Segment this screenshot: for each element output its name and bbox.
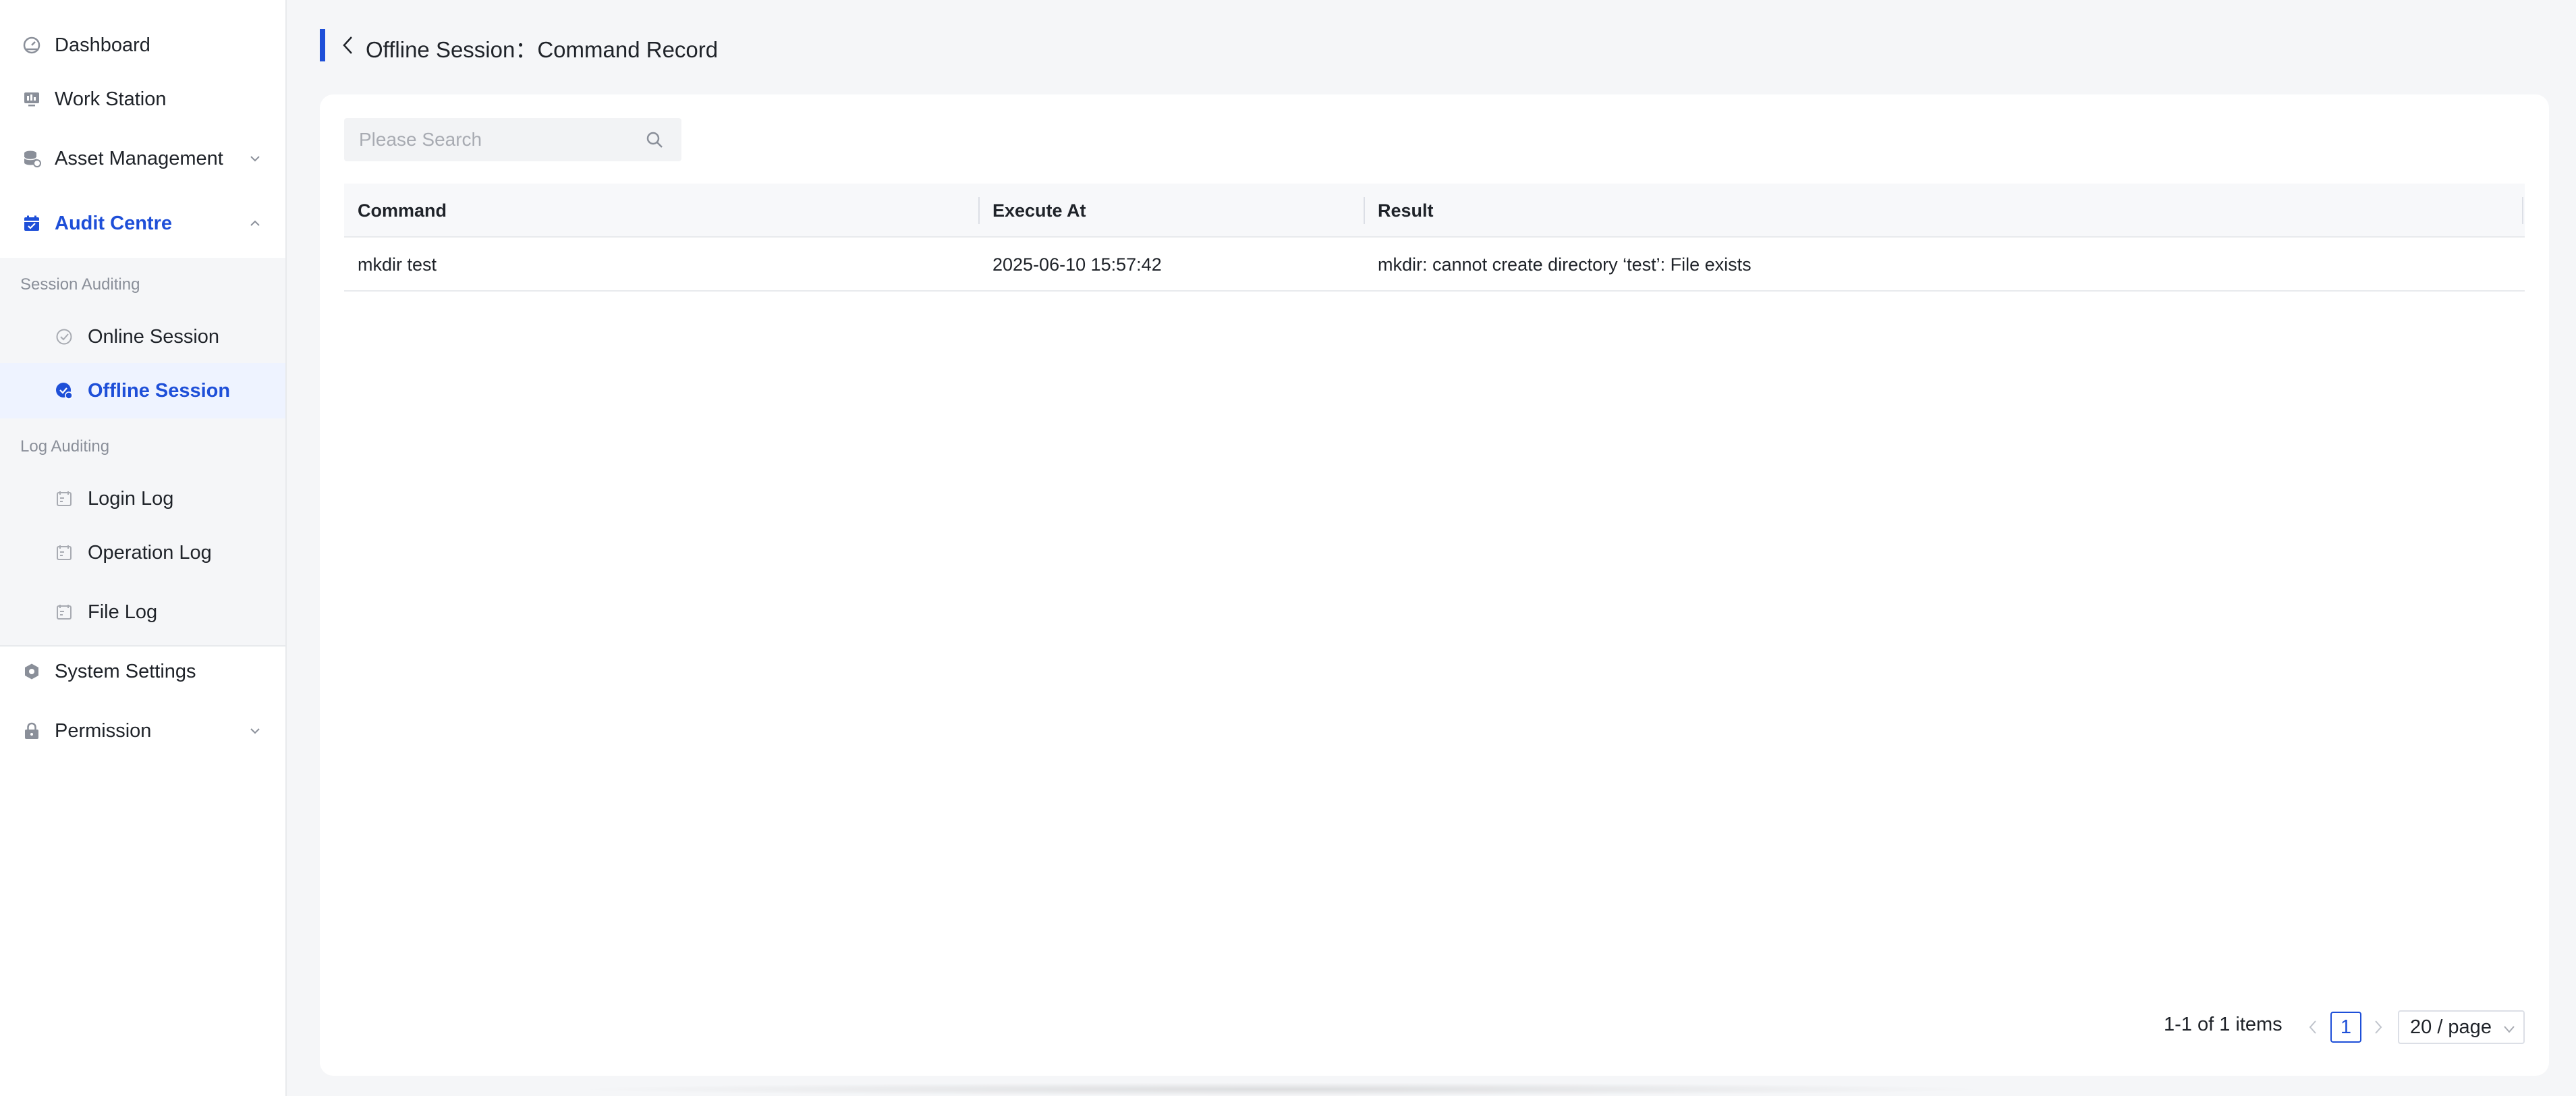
column-separator[interactable]: [2522, 197, 2523, 224]
column-header-command[interactable]: Command: [358, 184, 447, 238]
search-box[interactable]: [344, 118, 681, 161]
chevron-down-icon: [247, 150, 263, 167]
sidebar-item-login-log[interactable]: Login Log: [0, 483, 285, 514]
sidebar-item-dashboard[interactable]: Dashboard: [0, 30, 285, 60]
sidebar-item-audit-centre[interactable]: Audit Centre: [0, 208, 285, 239]
offline-session-icon: [55, 381, 74, 400]
sidebar-item-label: Online Session: [88, 325, 220, 348]
online-session-icon: [55, 327, 74, 346]
page-size-select[interactable]: 20 / page: [2398, 1010, 2525, 1044]
back-arrow-icon[interactable]: [340, 34, 356, 57]
column-header-result[interactable]: Result: [1378, 184, 1434, 238]
cell-command: mkdir test: [358, 254, 437, 275]
title-accent-bar: [320, 29, 325, 61]
sidebar-item-offline-session[interactable]: Offline Session: [0, 363, 285, 418]
sidebar-item-label: Offline Session: [88, 379, 231, 402]
sidebar-item-work-station[interactable]: Work Station: [0, 84, 285, 114]
chevron-up-icon: [247, 215, 263, 231]
sidebar-item-permission[interactable]: Permission: [0, 715, 285, 746]
sidebar-item-label: Login Log: [88, 487, 174, 510]
column-separator[interactable]: [978, 197, 980, 224]
cell-result: mkdir: cannot create directory ‘test’: F…: [1378, 254, 1752, 275]
column-separator[interactable]: [1364, 197, 1365, 224]
bottom-shadow: [567, 1083, 1997, 1096]
calendar-check-icon: [22, 214, 41, 233]
table-header: Command Execute At Result: [344, 184, 2525, 238]
settings-icon: [22, 662, 41, 681]
monitor-icon: [22, 90, 41, 109]
sidebar-item-operation-log[interactable]: Operation Log: [0, 537, 285, 568]
sidebar-item-label: System Settings: [55, 660, 196, 682]
sidebar-item-label: Work Station: [55, 88, 167, 110]
pagination-page-button[interactable]: 1: [2330, 1012, 2361, 1043]
group-label-session-auditing: Session Auditing: [20, 275, 140, 294]
sidebar-item-label: Audit Centre: [55, 212, 172, 234]
sidebar-item-label: File Log: [88, 601, 158, 623]
sidebar: Dashboard Work Station Asset Management …: [0, 0, 287, 1096]
sidebar-item-label: Permission: [55, 719, 152, 742]
log-calendar-icon: [55, 489, 74, 508]
sidebar-item-label: Asset Management: [55, 147, 223, 169]
chevron-down-icon: [247, 723, 263, 739]
chevron-left-icon[interactable]: [2303, 1016, 2323, 1039]
sidebar-divider: [0, 645, 285, 647]
column-header-execute-at[interactable]: Execute At: [992, 184, 1086, 238]
search-input[interactable]: [359, 118, 642, 161]
search-icon[interactable]: [645, 130, 664, 149]
group-label-log-auditing: Log Auditing: [20, 437, 110, 456]
lock-icon: [22, 721, 41, 740]
dashboard-icon: [22, 36, 41, 55]
chevron-right-icon[interactable]: [2368, 1016, 2388, 1039]
database-icon: [22, 149, 41, 168]
sidebar-item-system-settings[interactable]: System Settings: [0, 656, 285, 687]
table-row[interactable]: mkdir test 2025-06-10 15:57:42 mkdir: ca…: [344, 238, 2525, 292]
sidebar-item-online-session[interactable]: Online Session: [0, 321, 285, 352]
sidebar-item-label: Operation Log: [88, 541, 212, 564]
cell-execute-at: 2025-06-10 15:57:42: [992, 254, 1162, 275]
sidebar-item-asset-management[interactable]: Asset Management: [0, 143, 285, 174]
sidebar-item-label: Dashboard: [55, 34, 150, 56]
page-size-value: 20 / page: [2410, 1016, 2492, 1038]
sidebar-item-file-log[interactable]: File Log: [0, 597, 285, 628]
log-calendar-icon: [55, 603, 74, 622]
log-calendar-icon: [55, 543, 74, 562]
chevron-down-icon: [2502, 1020, 2517, 1035]
page-title: Offline Session：Command Record: [366, 37, 719, 62]
pagination-total: 1-1 of 1 items: [2164, 1014, 2283, 1035]
